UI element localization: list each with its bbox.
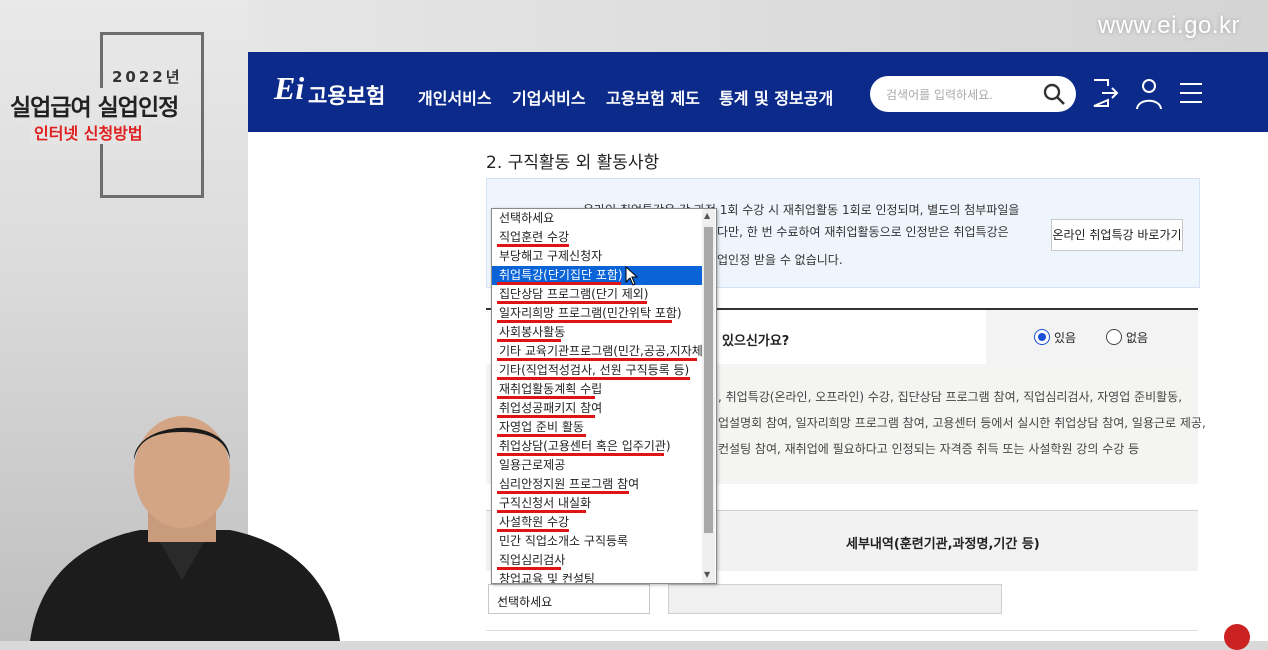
description-line: 컨설팅 참여, 재취업에 필요하다고 인정되는 자격증 취득 또는 사설학원 강… xyxy=(718,442,1140,456)
activity-dropdown-list[interactable]: 선택하세요 직업훈련 수강 부당해고 구제신청자 취업특강(단기집단 포함) 집단상담 … xyxy=(491,208,717,584)
logo-icon[interactable]: Ei xyxy=(274,70,308,110)
nav-personal[interactable]: 개인서비스 xyxy=(418,85,492,109)
watermark-url: www.ei.go.kr xyxy=(1097,12,1240,39)
scroll-down-icon[interactable]: ▼ xyxy=(704,570,710,579)
detail-input[interactable] xyxy=(668,584,1002,614)
government-emblem-icon xyxy=(1224,624,1250,650)
question-text: 있으신가요? xyxy=(722,334,790,349)
info-line: 업인정 받을 수 없습니다. xyxy=(717,253,843,267)
radio-no-label: 없음 xyxy=(1126,331,1149,345)
radio-yes-label: 있음 xyxy=(1054,331,1077,345)
section-title: 2. 구직활동 외 활동사항 xyxy=(486,153,660,173)
scrollbar-thumb[interactable] xyxy=(704,227,713,533)
nav-statistics[interactable]: 통계 및 정보공개 xyxy=(719,85,833,109)
radio-yes[interactable] xyxy=(1034,329,1050,345)
search-placeholder: 검색어를 입력하세요. xyxy=(886,88,993,102)
chevron-down-icon: ⌄ xyxy=(497,591,507,604)
overlay-year: 2022년 xyxy=(108,66,187,87)
online-lecture-shortcut-button[interactable]: 온라인 취업특강 바로가기 xyxy=(1051,219,1183,251)
info-line: 다만, 한 번 수료하여 재취업활동으로 인정받은 취업특강은 xyxy=(717,225,1009,239)
search-icon[interactable] xyxy=(1042,82,1066,106)
description-line: 업설명회 참여, 일자리희망 프로그램 참여, 고용센터 등에서 실시한 취업상… xyxy=(718,416,1206,430)
divider xyxy=(486,630,1198,631)
description-line: , 취업특강(온라인, 오프라인) 수강, 집단상담 프로그램 참여, 직업심리… xyxy=(718,390,1183,404)
dropdown-scrollbar[interactable]: ▲ ▼ xyxy=(702,209,715,583)
mouse-cursor-icon xyxy=(625,266,639,286)
presenter-image xyxy=(30,416,340,641)
question-options-cell: 있음 없음 xyxy=(986,310,1198,364)
search-box[interactable]: 검색어를 입력하세요. xyxy=(870,76,1076,112)
overlay-subtitle: 인터넷 신청방법 xyxy=(30,120,147,144)
dropdown-option[interactable]: 부당해고 구제신청자 xyxy=(492,247,702,266)
login-icon[interactable] xyxy=(1090,76,1120,110)
logo-text[interactable]: 고용보험 xyxy=(308,80,385,110)
nav-business[interactable]: 기업서비스 xyxy=(512,85,586,109)
user-icon[interactable] xyxy=(1134,76,1164,110)
dropdown-option[interactable]: 민간 직업소개소 구직등록 xyxy=(492,532,702,551)
nav-insurance-system[interactable]: 고용보험 제도 xyxy=(606,85,700,109)
menu-icon[interactable] xyxy=(1176,76,1206,110)
overlay-title: 실업급여 실업인정 xyxy=(10,88,179,122)
scroll-up-icon[interactable]: ▲ xyxy=(704,211,710,220)
browser-window: Ei 고용보험 개인서비스 기업서비스 고용보험 제도 통계 및 정보공개 검색… xyxy=(248,52,1268,641)
dropdown-option[interactable]: 일용근로제공 xyxy=(492,456,702,475)
dropdown-option[interactable]: 선택하세요 xyxy=(492,209,702,228)
dropdown-option[interactable]: 창업교육 및 컨설팅 xyxy=(492,570,702,583)
detail-column-header: 세부내역(훈련기관,과정명,기간 등) xyxy=(846,537,1040,552)
site-header: Ei 고용보험 개인서비스 기업서비스 고용보험 제도 통계 및 정보공개 검색… xyxy=(248,52,1268,132)
main-content: 2. 구직활동 외 활동사항 온라인 취업특강은 강 과정 1회 수강 시 재취… xyxy=(248,132,1268,641)
activity-select[interactable]: 선택하세요 ⌄ xyxy=(488,584,650,614)
radio-no[interactable] xyxy=(1106,329,1122,345)
